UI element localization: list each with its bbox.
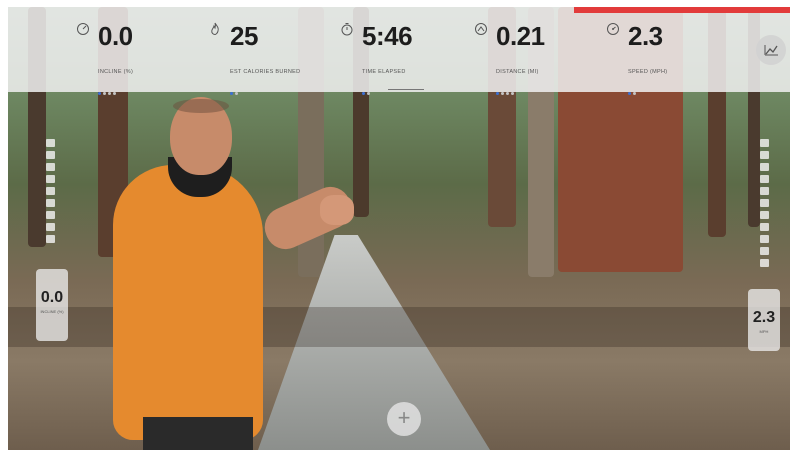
speed-gauge-value: 2.3 xyxy=(752,309,776,326)
metric-label: DISTANCE (MI) xyxy=(496,69,539,75)
metric-value: 5:46 xyxy=(362,21,413,51)
metric-speed[interactable]: 2.3 SPEED (MPH) xyxy=(604,17,724,95)
metric-distance[interactable]: 0.21 DISTANCE (MI) xyxy=(472,17,592,95)
flame-icon xyxy=(211,22,219,36)
presenter-hand xyxy=(320,195,354,225)
page-dots xyxy=(230,82,240,95)
incline-gauge-icon xyxy=(77,23,89,35)
metric-value: 25 xyxy=(230,21,258,51)
workout-screen: 0.0 INCLINE (%) 25 EST CALORIES BURNED 5… xyxy=(8,7,790,450)
speedometer-icon xyxy=(607,23,619,35)
route-icon xyxy=(475,23,487,35)
metric-time-elapsed[interactable]: 5:46 TIME ELAPSED xyxy=(338,17,458,95)
metric-label: TIME ELAPSED xyxy=(362,69,406,75)
add-button[interactable]: + xyxy=(387,402,421,436)
metric-calories[interactable]: 25 EST CALORIES BURNED xyxy=(206,17,326,95)
metric-value: 2.3 xyxy=(628,21,663,51)
incline-gauge-label: INCLINE (%) xyxy=(40,309,64,314)
metric-value: 0.21 xyxy=(496,21,545,51)
stopwatch-icon xyxy=(341,23,353,36)
speed-gauge[interactable]: 2.3 MPH xyxy=(748,289,780,351)
incline-control-ticks[interactable] xyxy=(46,139,56,247)
stats-chart-button[interactable] xyxy=(756,35,786,65)
metric-value: 0.0 xyxy=(98,21,133,51)
progress-accent-line xyxy=(574,7,790,13)
chart-icon xyxy=(764,45,778,56)
metric-label: EST CALORIES BURNED xyxy=(230,69,301,75)
presenter-hair xyxy=(173,99,229,113)
metric-label: INCLINE (%) xyxy=(98,69,134,75)
metric-incline[interactable]: 0.0 INCLINE (%) xyxy=(74,17,194,95)
page-dots xyxy=(628,82,638,95)
presenter-shirt xyxy=(113,165,263,440)
metric-label: SPEED (MPH) xyxy=(628,69,668,75)
page-dots xyxy=(496,82,516,95)
incline-gauge-value: 0.0 xyxy=(40,289,64,306)
active-metric-underline xyxy=(388,89,424,90)
speed-control-ticks[interactable] xyxy=(760,139,770,271)
page-dots xyxy=(362,82,372,95)
speed-gauge-label: MPH xyxy=(759,329,769,334)
presenter-legs xyxy=(143,417,253,450)
page-dots xyxy=(98,82,118,95)
incline-gauge[interactable]: 0.0 INCLINE (%) xyxy=(36,269,68,341)
